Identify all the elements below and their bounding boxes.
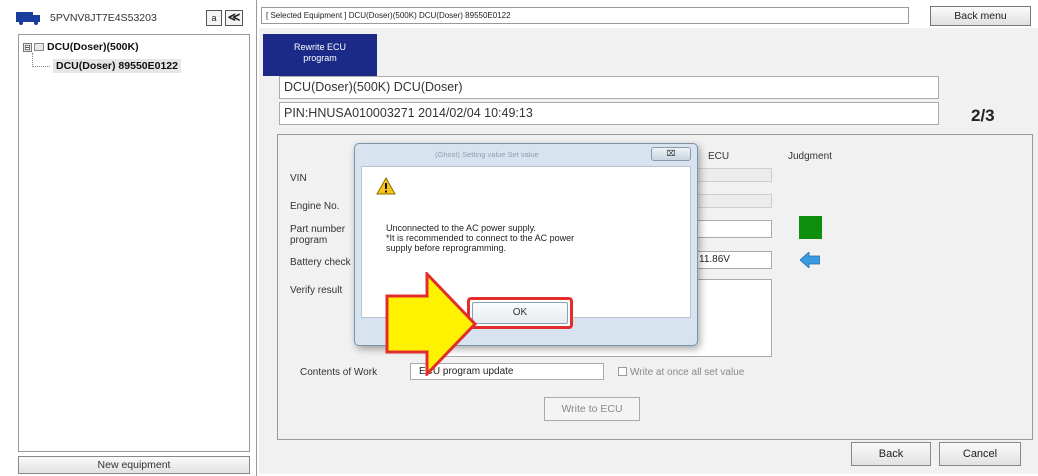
tree-item-dcu-doser-500k[interactable]: ⊟ DCU(Doser)(500K) xyxy=(23,41,139,53)
dialog-message-line1: Unconnected to the AC power supply. xyxy=(386,223,536,233)
equipment-pane: 5PVNV8JT7E4S53203 a ≪ ⊟ DCU(Doser)(500K) … xyxy=(0,0,250,476)
part-number-ecu-field xyxy=(696,220,772,238)
left-arrow-icon xyxy=(800,252,820,268)
dialog-message: Unconnected to the AC power supply. *It … xyxy=(386,223,574,253)
part-number-label-line2: program xyxy=(290,235,328,246)
part-number-label-line1: Part number xyxy=(290,224,346,235)
dialog-close-button[interactable]: ⌧ xyxy=(651,147,691,161)
ok-button-highlight[interactable]: OK xyxy=(467,297,573,329)
vehicle-header: 5PVNV8JT7E4S53203 a ≪ xyxy=(16,10,244,26)
back-button[interactable]: Back xyxy=(851,442,931,466)
tree-item-label: DCU(Doser)(500K) xyxy=(47,41,139,53)
pin-line: PIN:HNUSA010003271 2014/02/04 10:49:13 xyxy=(279,102,939,125)
battery-voltage-value: 11.86V xyxy=(690,251,772,269)
vehicle-vin: 5PVNV8JT7E4S53203 xyxy=(50,12,157,24)
part-number-label: Part number program xyxy=(290,224,345,246)
verify-result-label: Verify result xyxy=(290,285,343,296)
folder-icon xyxy=(34,43,44,52)
selected-equipment-bar: [ Selected Equipment ] DCU(Doser)(500K) … xyxy=(261,7,909,24)
tab-rewrite-ecu-program[interactable]: Rewrite ECU program xyxy=(263,34,377,76)
dialog-message-line2: *It is recommended to connect to the AC … xyxy=(386,233,575,243)
vin-label: VIN xyxy=(290,173,307,184)
truck-icon xyxy=(16,12,40,25)
back-menu-button[interactable]: Back menu xyxy=(930,6,1031,26)
equipment-name-line: DCU(Doser)(500K) DCU(Doser) xyxy=(279,76,939,99)
tab-label-line1: Rewrite ECU xyxy=(293,42,346,52)
tree-connector xyxy=(32,66,50,67)
judgment-ok-indicator xyxy=(799,216,822,239)
engine-no-ecu-field xyxy=(696,194,772,208)
write-to-ecu-button[interactable]: Write to ECU xyxy=(544,397,640,421)
dialog-title: (Ghost) Setting value Set value xyxy=(435,150,539,159)
write-all-label: Write at once all set value xyxy=(630,367,745,378)
warning-icon xyxy=(376,177,396,195)
collapse-pane-button[interactable]: ≪ xyxy=(225,10,243,26)
engine-no-label: Engine No. xyxy=(290,201,340,212)
equipment-tree: ⊟ DCU(Doser)(500K) DCU(Doser) 89550E0122 xyxy=(18,34,250,452)
battery-check-label: Battery check xyxy=(290,257,351,268)
ok-button[interactable]: OK xyxy=(472,302,568,324)
new-equipment-button[interactable]: New equipment xyxy=(18,456,250,474)
column-header-judgment: Judgment xyxy=(788,151,832,162)
contents-of-work-label: Contents of Work xyxy=(300,367,378,378)
tree-connector xyxy=(32,53,33,67)
collapse-node-icon[interactable]: ⊟ xyxy=(23,42,32,52)
step-indicator: 2/3 xyxy=(971,106,995,125)
tab-label-line2: program xyxy=(303,53,337,63)
vin-ecu-field xyxy=(696,168,772,182)
column-header-ecu: ECU xyxy=(708,151,730,162)
cancel-button[interactable]: Cancel xyxy=(939,442,1021,466)
pointer-arrow-icon xyxy=(385,272,477,376)
checkbox-icon[interactable] xyxy=(618,367,627,376)
dialog-message-line3: supply before reprogramming. xyxy=(386,243,507,253)
a-button[interactable]: a xyxy=(206,10,222,26)
tree-item-dcu-doser-89550e0122[interactable]: DCU(Doser) 89550E0122 xyxy=(53,59,181,73)
write-all-checkbox[interactable]: Write at once all set value xyxy=(618,367,744,378)
